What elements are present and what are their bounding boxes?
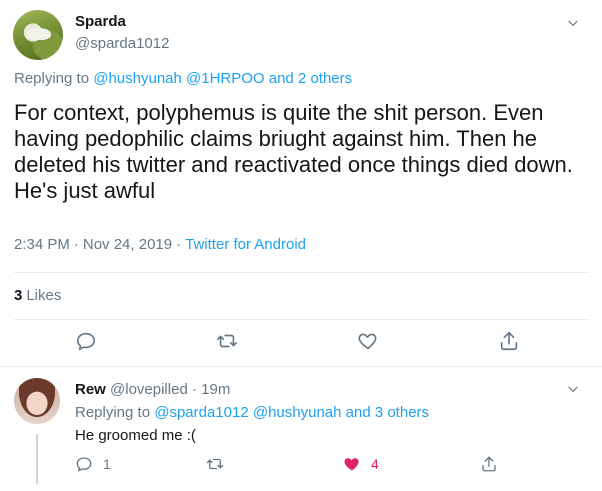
retweet-icon	[206, 455, 224, 473]
share-button[interactable]	[480, 454, 498, 474]
like-filled-icon	[343, 455, 361, 473]
share-icon	[480, 455, 498, 473]
replying-prefix: Replying to	[14, 70, 90, 87]
divider	[14, 272, 590, 273]
likes-label: Likes	[26, 287, 62, 304]
share-icon[interactable]	[498, 330, 520, 352]
display-name[interactable]: Rew	[75, 381, 106, 398]
retweet-button[interactable]	[206, 454, 224, 474]
retweet-icon[interactable]	[216, 330, 238, 352]
user-handle[interactable]: @lovepilled	[110, 381, 188, 398]
like-button[interactable]: 4	[343, 454, 379, 474]
chevron-down-icon[interactable]	[566, 382, 580, 396]
divider	[0, 366, 602, 367]
replying-to-link[interactable]: @hushyunah @1HRPOO and 2 others	[93, 70, 352, 87]
display-name[interactable]: Sparda	[75, 13, 126, 30]
tweet-text: He groomed me :(	[75, 427, 196, 444]
avatar[interactable]	[13, 10, 63, 60]
replying-prefix: Replying to	[75, 404, 151, 421]
like-count: 4	[371, 456, 379, 472]
tweet-time[interactable]: 2:34 PM	[14, 236, 70, 253]
likes-number: 3	[14, 287, 23, 304]
tweet-meta: 2:34 PM · Nov 24, 2019 · Twitter for Android	[14, 236, 306, 253]
header-dot: ·	[191, 381, 197, 398]
replying-to: Replying to @sparda1012 @hushyunah and 3…	[75, 404, 429, 421]
main-tweet: Sparda @sparda1012 Replying to @hushyuna…	[0, 0, 602, 362]
reply-count: 1	[103, 456, 111, 472]
reply-icon	[75, 455, 93, 473]
tweet-age[interactable]: 19m	[201, 381, 230, 398]
tweet-date[interactable]: Nov 24, 2019	[83, 236, 172, 253]
likes-count[interactable]: 3 Likes	[14, 287, 61, 304]
reply-button[interactable]: 1	[75, 454, 111, 474]
divider	[14, 319, 590, 320]
thread-line	[36, 434, 38, 484]
avatar[interactable]	[14, 378, 60, 424]
tweet-actions	[0, 330, 602, 360]
reply-header: Rew @lovepilled · 19m	[75, 381, 230, 398]
chevron-down-icon[interactable]	[566, 16, 580, 30]
user-handle[interactable]: @sparda1012	[75, 35, 169, 52]
reply-tweet[interactable]: Rew @lovepilled · 19m Replying to @spard…	[0, 368, 602, 491]
tweet-text: For context, polyphemus is quite the shi…	[14, 100, 573, 203]
tweet-source[interactable]: Twitter for Android	[185, 236, 306, 253]
reply-icon[interactable]	[75, 330, 97, 352]
like-icon[interactable]	[357, 330, 379, 352]
replying-to-link[interactable]: @sparda1012 @hushyunah and 3 others	[154, 404, 429, 421]
tweet-actions: 1 4	[75, 454, 595, 476]
replying-to: Replying to @hushyunah @1HRPOO and 2 oth…	[14, 70, 352, 87]
